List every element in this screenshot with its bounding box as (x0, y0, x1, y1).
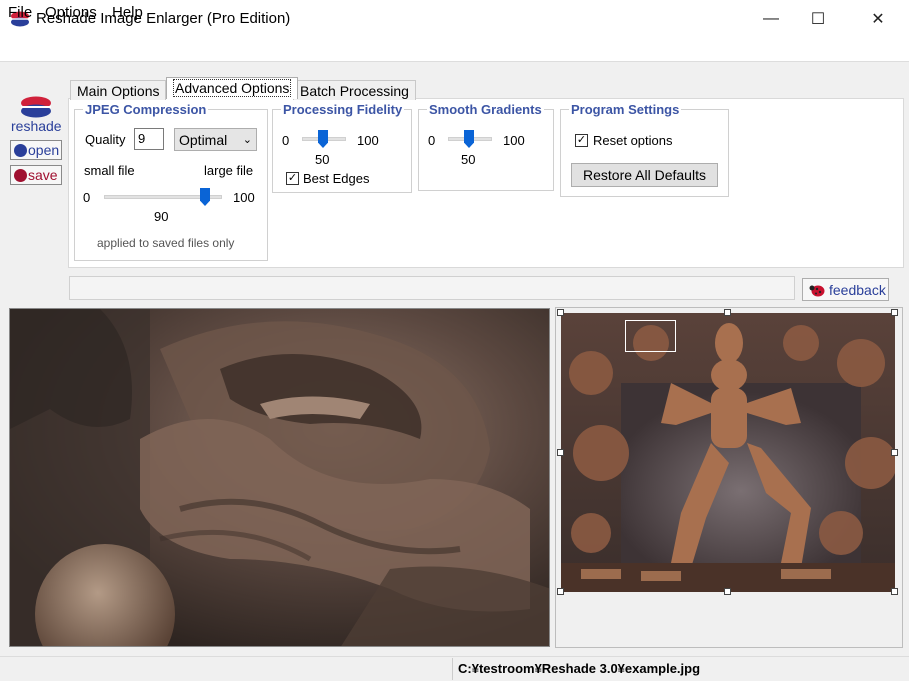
quality-label: Quality (85, 132, 126, 147)
small-file-label: small file (84, 163, 135, 178)
maximize-icon: ☐ (810, 11, 826, 28)
preview-image[interactable] (561, 313, 895, 592)
logo-text: reshade (11, 118, 62, 134)
status-bar-divider (452, 658, 453, 680)
gradients-slider-max: 100 (503, 133, 525, 148)
compression-mode-value: Optimal (179, 131, 228, 148)
gradients-slider-value: 50 (461, 152, 476, 167)
menu-file[interactable]: File (8, 4, 32, 21)
resize-handle-bottom[interactable] (724, 588, 731, 595)
close-button[interactable]: ✕ (855, 0, 901, 38)
tab-batch-processing[interactable]: Batch Processing (293, 80, 416, 100)
fidelity-slider-value: 50 (315, 152, 330, 167)
feedback-label: feedback (829, 281, 886, 298)
compression-mode-select[interactable]: Optimal ⌄ (174, 128, 257, 151)
resize-handle-top[interactable] (724, 309, 731, 316)
chevron-down-icon: ⌄ (242, 134, 252, 146)
menu-help[interactable]: Help (112, 4, 143, 21)
jpeg-note: applied to saved files only (97, 236, 235, 250)
resize-handle-left[interactable] (557, 449, 564, 456)
status-bar (0, 656, 909, 681)
file-path: C:¥testroom¥Reshade 3.0¥example.jpg (458, 661, 701, 676)
program-settings-title: Program Settings (569, 102, 682, 117)
save-button[interactable]: save (10, 165, 62, 185)
resize-handle-top-left[interactable] (557, 309, 564, 316)
minimize-icon: — (763, 10, 779, 27)
tab-main-options[interactable]: Main Options (70, 80, 167, 100)
best-edges-checkbox[interactable]: ✓ (286, 172, 299, 185)
minimize-button[interactable]: — (748, 0, 794, 38)
close-icon: ✕ (871, 11, 885, 28)
best-edges-label: Best Edges (303, 171, 370, 186)
restore-defaults-button[interactable]: Restore All Defaults (571, 163, 718, 187)
menu-bar (0, 38, 909, 62)
status-field (69, 276, 795, 300)
maximize-button[interactable]: ☐ (795, 0, 841, 38)
open-button[interactable]: open (10, 140, 62, 160)
save-label: save (28, 167, 58, 183)
save-icon (14, 168, 27, 182)
jpeg-compression-title: JPEG Compression (83, 102, 209, 117)
enlarged-image (10, 309, 549, 646)
jpeg-slider-max: 100 (233, 190, 255, 205)
resize-handle-right[interactable] (891, 449, 898, 456)
menu-options[interactable]: Options (45, 4, 97, 21)
reset-options-checkbox[interactable]: ✓ (575, 134, 588, 147)
ladybug-icon (809, 285, 825, 296)
enlarged-image-view[interactable] (9, 308, 550, 647)
jpeg-slider-value: 90 (154, 209, 169, 224)
resize-handle-top-right[interactable] (891, 309, 898, 316)
quality-input[interactable]: 9 (134, 128, 164, 150)
resize-handle-bottom-right[interactable] (891, 588, 898, 595)
feedback-button[interactable]: feedback (802, 278, 889, 301)
open-label: open (28, 142, 60, 158)
reset-options-label: Reset options (593, 133, 673, 148)
smooth-gradients-title: Smooth Gradients (427, 102, 544, 117)
fidelity-slider-max: 100 (357, 133, 379, 148)
resize-handle-bottom-left[interactable] (557, 588, 564, 595)
jpeg-slider-min: 0 (83, 190, 91, 205)
open-icon (14, 143, 27, 157)
smooth-gradients-group: Smooth Gradients (418, 102, 554, 191)
zoom-region-rect[interactable] (625, 320, 676, 352)
gradients-slider-min: 0 (428, 133, 436, 148)
reshade-logo-icon (21, 96, 51, 118)
processing-fidelity-title: Processing Fidelity (281, 102, 405, 117)
large-file-label: large file (204, 163, 254, 178)
fidelity-slider-min: 0 (282, 133, 290, 148)
tab-advanced-options[interactable]: Advanced Options (166, 77, 299, 99)
preview-image-graphic (561, 313, 895, 592)
tab-advanced-label: Advanced Options (173, 79, 292, 97)
